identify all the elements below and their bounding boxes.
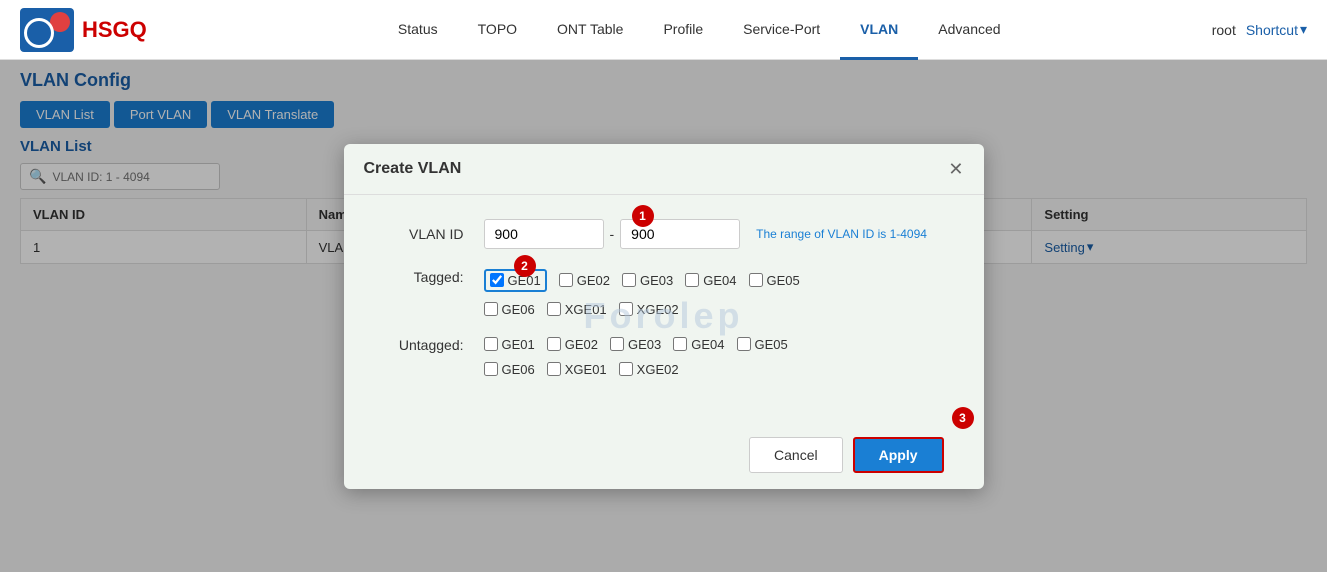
tagged-ge05-checkbox[interactable] <box>749 273 763 287</box>
logo-text: HSGQ <box>82 17 147 43</box>
logo-area: HSGQ <box>20 8 147 52</box>
tagged-ge04-checkbox[interactable] <box>685 273 699 287</box>
untagged-ge02-item[interactable]: GE02 <box>547 337 598 352</box>
modal-footer: Cancel Apply 3 <box>344 421 984 489</box>
tagged-ge02-item[interactable]: GE02 <box>559 273 610 288</box>
tagged-ge01-checkbox[interactable] <box>490 273 504 287</box>
untagged-ge03-checkbox[interactable] <box>610 337 624 351</box>
nav-profile[interactable]: Profile <box>643 0 723 60</box>
untagged-xge02-checkbox[interactable] <box>619 362 633 376</box>
tagged-ge06-checkbox[interactable] <box>484 302 498 316</box>
annotation-1: 1 <box>632 205 654 227</box>
nav-user: root <box>1212 22 1236 38</box>
logo-icon <box>20 8 74 52</box>
tagged-ge02-checkbox[interactable] <box>559 273 573 287</box>
tagged-ge03-item[interactable]: GE03 <box>622 273 673 288</box>
chevron-down-icon: ▾ <box>1300 21 1307 38</box>
tagged-xge01-item[interactable]: XGE01 <box>547 302 607 317</box>
untagged-label: Untagged: <box>384 337 464 353</box>
tagged-row: Tagged: GE01 GE02 <box>384 269 944 317</box>
modal-overlay: Forolep Create VLAN ✕ VLAN ID - The rang… <box>0 60 1327 572</box>
nav-right: root Shortcut ▾ <box>1212 21 1307 38</box>
nav-status[interactable]: Status <box>378 0 458 60</box>
modal-header: Create VLAN ✕ <box>344 144 984 195</box>
annotation-3: 3 <box>952 407 974 429</box>
untagged-ge04-checkbox[interactable] <box>673 337 687 351</box>
tagged-ge03-checkbox[interactable] <box>622 273 636 287</box>
tagged-xge02-item[interactable]: XGE02 <box>619 302 679 317</box>
tagged-ports-row2: GE06 XGE01 XGE02 <box>484 302 800 317</box>
apply-button[interactable]: Apply <box>853 437 944 473</box>
page-content: VLAN Config VLAN List Port VLAN VLAN Tra… <box>0 60 1327 572</box>
vlan-id-row: VLAN ID - The range of VLAN ID is 1-4094… <box>384 219 944 249</box>
cancel-button[interactable]: Cancel <box>749 437 843 473</box>
vlan-range-hint: The range of VLAN ID is 1-4094 <box>756 227 927 241</box>
untagged-ports-row1: GE01 GE02 GE03 <box>484 337 788 352</box>
create-vlan-modal: Create VLAN ✕ VLAN ID - The range of VLA… <box>344 144 984 489</box>
untagged-xge01-checkbox[interactable] <box>547 362 561 376</box>
vlan-id-inputs: - The range of VLAN ID is 1-4094 <box>484 219 927 249</box>
untagged-xge01-item[interactable]: XGE01 <box>547 362 607 377</box>
untagged-ge03-item[interactable]: GE03 <box>610 337 661 352</box>
modal-body: VLAN ID - The range of VLAN ID is 1-4094… <box>344 195 984 421</box>
modal-title: Create VLAN <box>364 160 462 178</box>
nav-vlan[interactable]: VLAN <box>840 0 918 60</box>
vlan-id-from-input[interactable] <box>484 219 604 249</box>
untagged-ge06-checkbox[interactable] <box>484 362 498 376</box>
nav-topo[interactable]: TOPO <box>458 0 537 60</box>
untagged-ge05-checkbox[interactable] <box>737 337 751 351</box>
untagged-xge02-item[interactable]: XGE02 <box>619 362 679 377</box>
untagged-ge01-checkbox[interactable] <box>484 337 498 351</box>
nav-ont-table[interactable]: ONT Table <box>537 0 643 60</box>
untagged-row: Untagged: GE01 GE02 <box>384 337 944 377</box>
tagged-xge01-checkbox[interactable] <box>547 302 561 316</box>
nav-service-port[interactable]: Service-Port <box>723 0 840 60</box>
vlan-id-separator: - <box>610 226 615 242</box>
tagged-label: Tagged: <box>384 269 464 285</box>
nav-shortcut[interactable]: Shortcut ▾ <box>1246 21 1307 38</box>
untagged-ge06-item[interactable]: GE06 <box>484 362 535 377</box>
tagged-xge02-checkbox[interactable] <box>619 302 633 316</box>
vlan-id-label: VLAN ID <box>384 226 464 242</box>
tagged-ge05-item[interactable]: GE05 <box>749 273 800 288</box>
nav-advanced[interactable]: Advanced <box>918 0 1020 60</box>
untagged-ge01-item[interactable]: GE01 <box>484 337 535 352</box>
untagged-ports-row2: GE06 XGE01 XGE02 <box>484 362 788 377</box>
annotation-2: 2 <box>514 255 536 277</box>
tagged-ge04-item[interactable]: GE04 <box>685 273 736 288</box>
modal-close-button[interactable]: ✕ <box>948 160 963 178</box>
header: HSGQ Status TOPO ONT Table Profile Servi… <box>0 0 1327 60</box>
untagged-ge05-item[interactable]: GE05 <box>737 337 788 352</box>
nav-menu: Status TOPO ONT Table Profile Service-Po… <box>187 0 1212 59</box>
tagged-ge06-item[interactable]: GE06 <box>484 302 535 317</box>
untagged-ge02-checkbox[interactable] <box>547 337 561 351</box>
untagged-ge04-item[interactable]: GE04 <box>673 337 724 352</box>
